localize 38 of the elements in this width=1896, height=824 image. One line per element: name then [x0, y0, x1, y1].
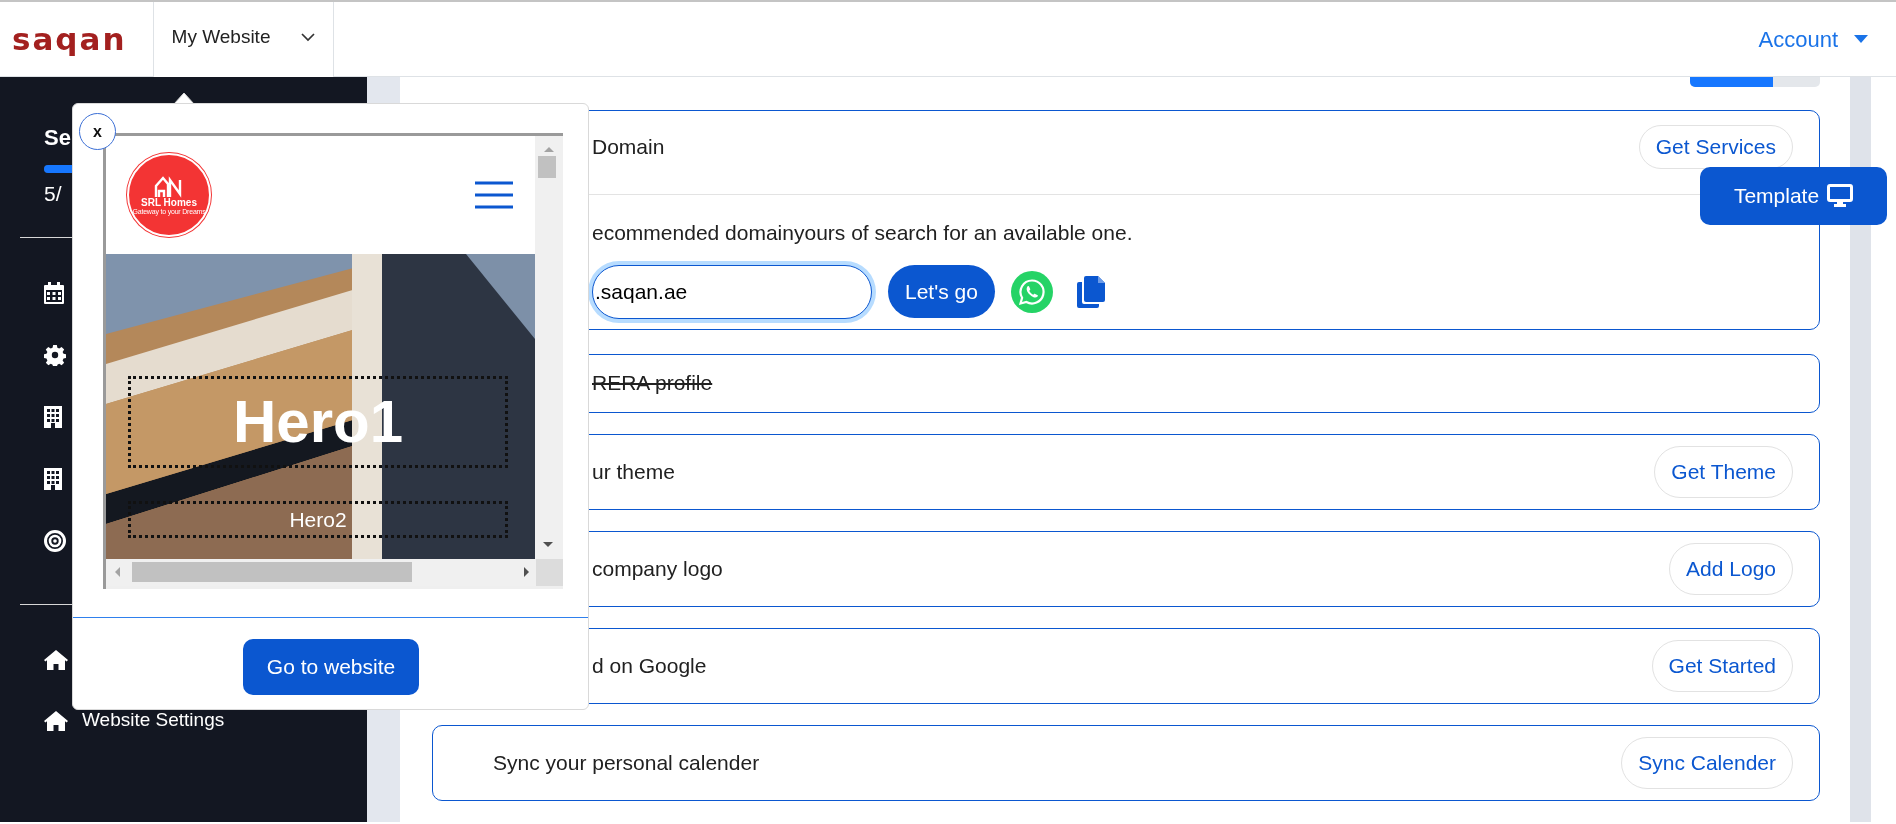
calendar-icon[interactable]	[44, 282, 64, 305]
task-button[interactable]: Get Theme	[1654, 445, 1793, 498]
building-icon[interactable]	[44, 468, 62, 491]
account-menu[interactable]: Account	[1758, 22, 1896, 56]
site-dropdown[interactable]: My Website	[152, 1, 334, 77]
hero-subheading: Hero2	[128, 501, 508, 538]
task-text: ur theme	[592, 458, 675, 485]
task-button[interactable]: Sync Calender	[1621, 736, 1793, 789]
progress-count: 5/	[44, 182, 62, 206]
task-text: company logo	[592, 555, 723, 582]
domain-field[interactable]: .saqan.ae	[592, 264, 872, 319]
monitor-icon	[1827, 184, 1854, 208]
chevron-down-icon	[300, 32, 315, 42]
copy-icon[interactable]	[1076, 275, 1105, 308]
close-button[interactable]: x	[79, 113, 116, 150]
domain-hint: ecommended domainyours of search for an available one.	[592, 220, 1134, 246]
logo[interactable]: saqan	[0, 23, 153, 55]
home-icon[interactable]	[44, 649, 68, 670]
template-button[interactable]: Template	[1700, 167, 1887, 225]
task-text: Sync your personal calender	[493, 749, 760, 776]
house-icon	[154, 175, 184, 198]
sidebar-title: Se	[44, 127, 71, 149]
task-text: d on Google	[592, 652, 707, 679]
task-button[interactable]: Get Started	[1651, 639, 1793, 692]
building-icon[interactable]	[44, 406, 62, 429]
sidebar-link[interactable]: Website Settings	[82, 706, 225, 735]
home-icon[interactable]	[44, 710, 68, 731]
card-title: Domain	[592, 133, 665, 160]
lets-go-button[interactable]: Let's go	[888, 265, 995, 318]
get-services-button[interactable]: Get Services	[1638, 124, 1793, 169]
gear-icon[interactable]	[44, 344, 66, 367]
menu-icon[interactable]	[475, 181, 513, 209]
go-to-website-button[interactable]: Go to website	[243, 639, 419, 695]
logo-name: SRL Homes	[141, 197, 197, 208]
caret-down-icon	[1854, 35, 1868, 43]
task-button[interactable]: Add Logo	[1669, 542, 1793, 595]
task-text: RERA profile	[592, 370, 713, 397]
target-icon[interactable]	[44, 530, 66, 553]
